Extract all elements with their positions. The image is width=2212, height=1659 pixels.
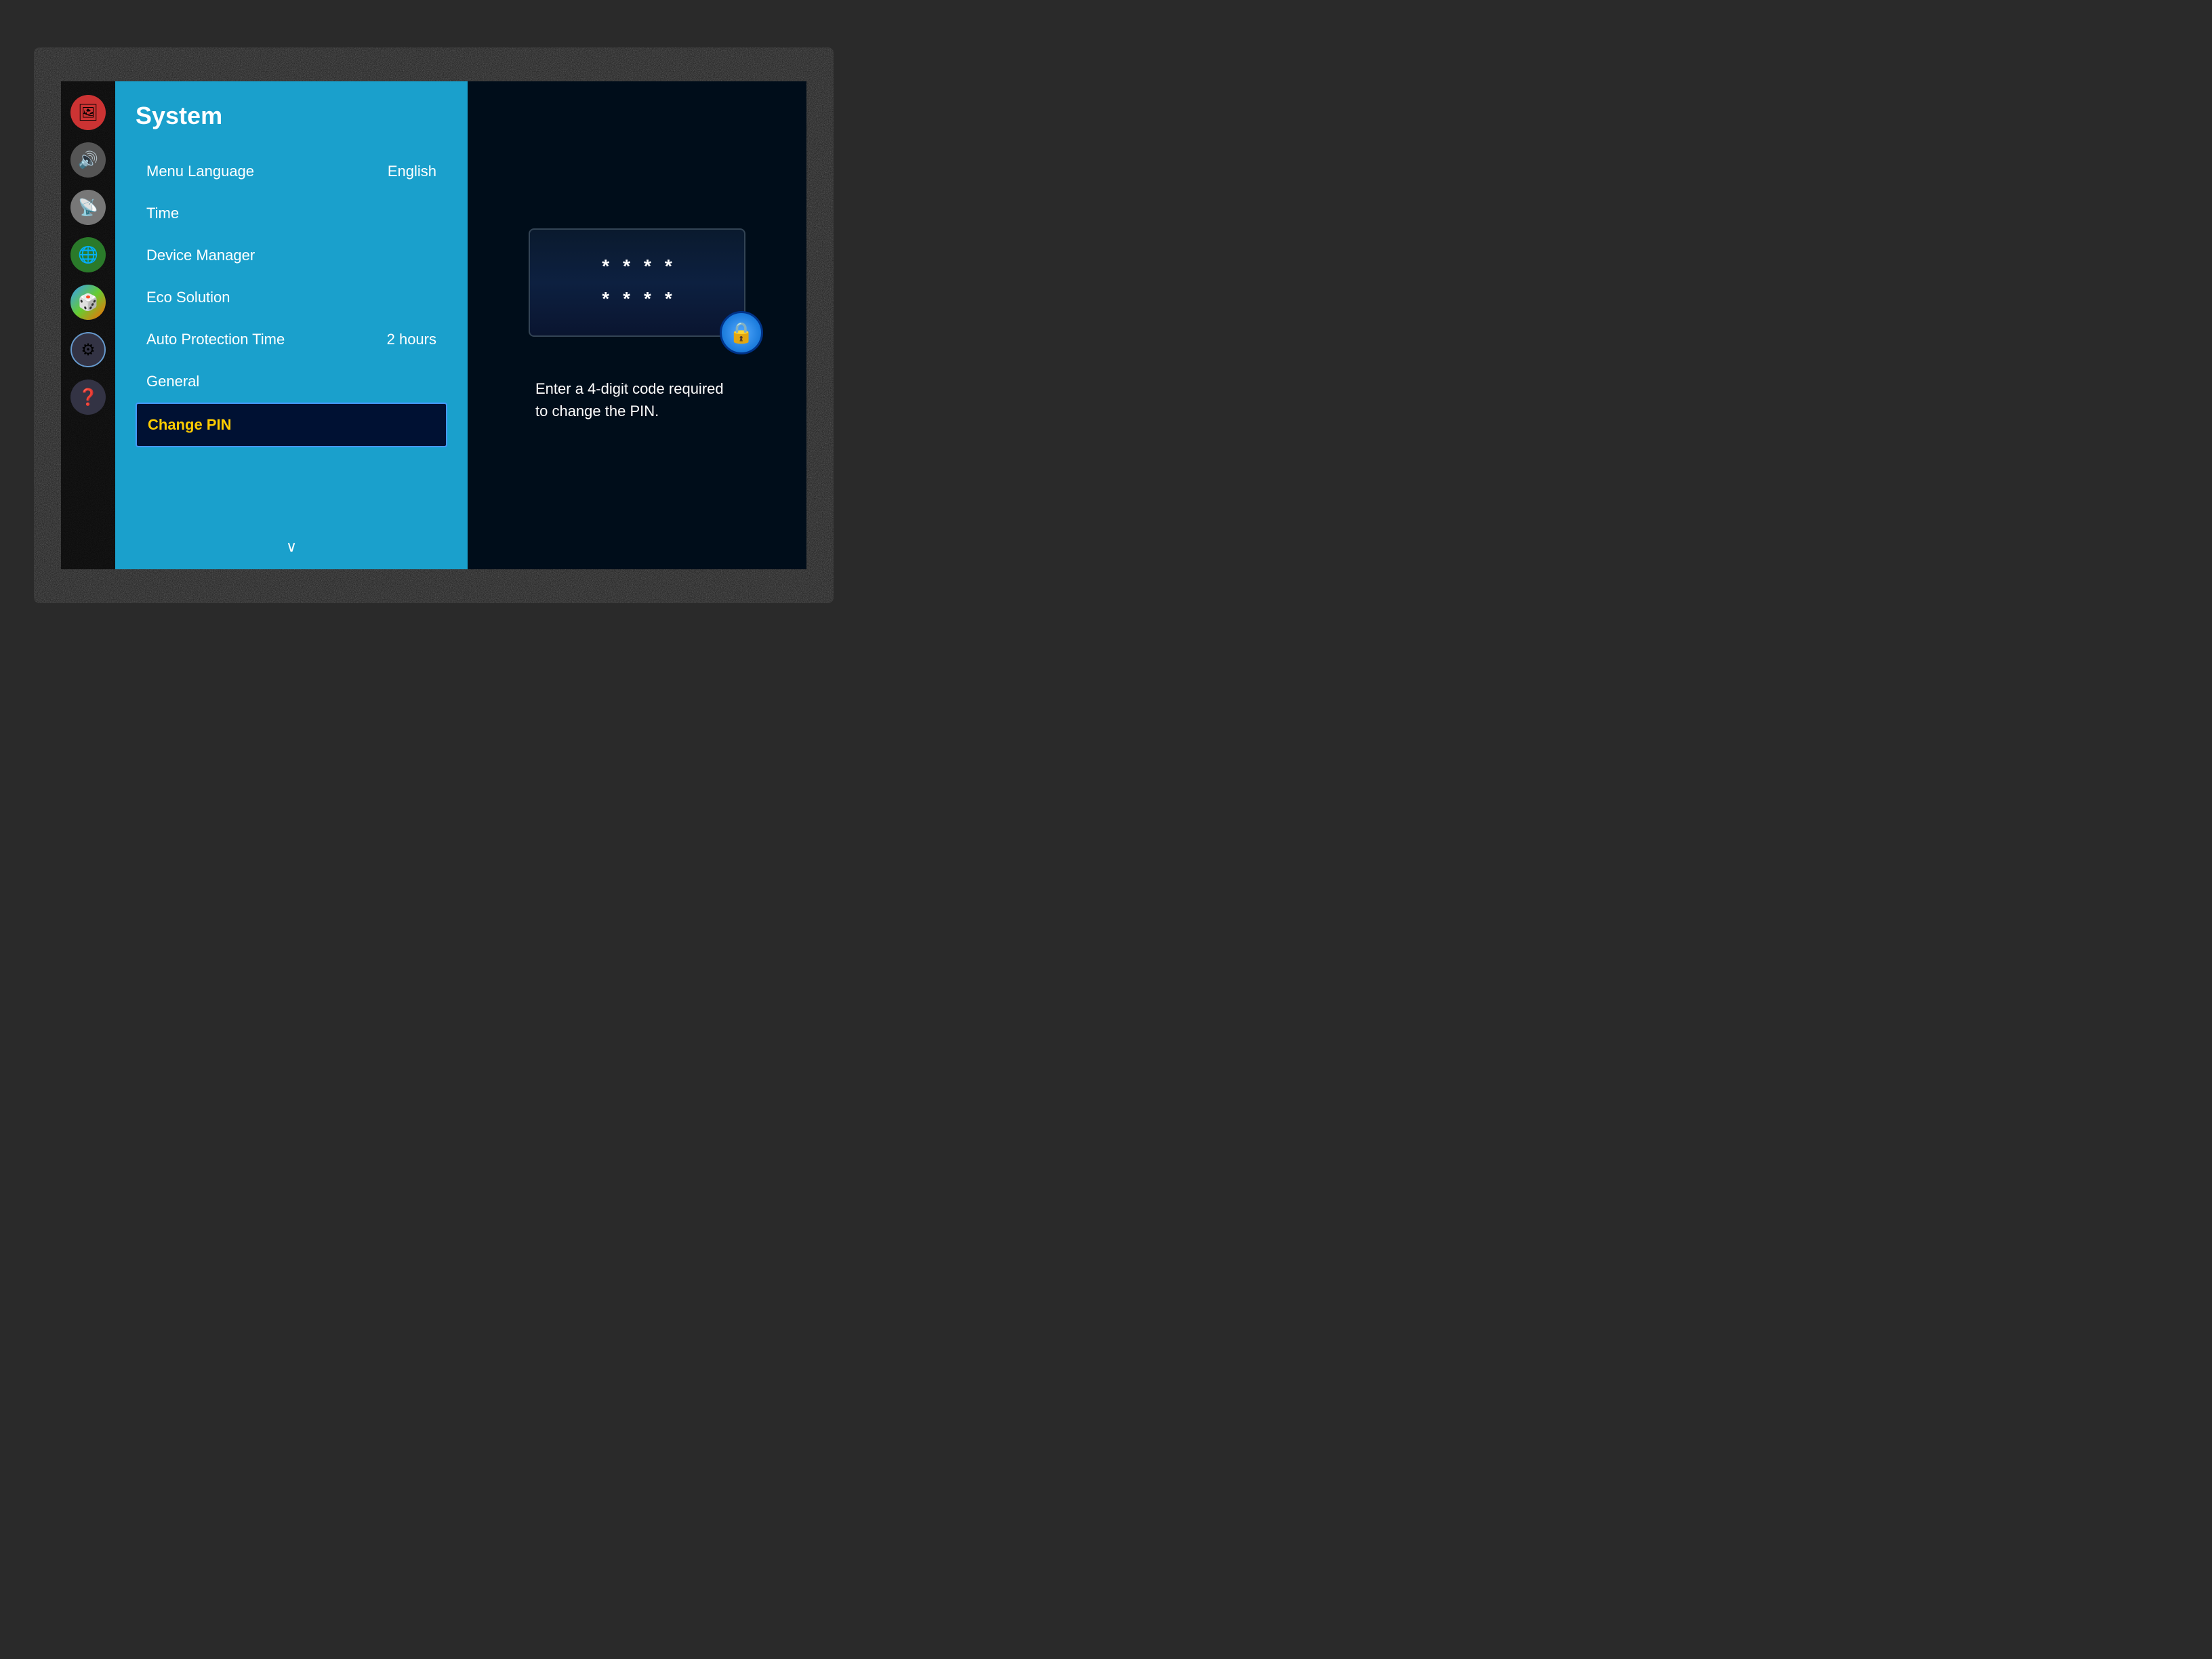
network-icon: 🌐 bbox=[78, 245, 98, 265]
tv-screen: 🖼 🔊 📡 🌐 🎲 ⚙ ❓ System bbox=[34, 47, 834, 603]
sidebar-item-support[interactable]: ❓ bbox=[70, 380, 106, 415]
sidebar-item-picture[interactable]: 🖼 bbox=[70, 95, 106, 130]
menu-language-label: Menu Language bbox=[146, 163, 254, 180]
pin-display-box: * * * * * * * * 🔒 bbox=[529, 228, 745, 337]
change-pin-label: Change PIN bbox=[148, 416, 231, 434]
general-label: General bbox=[146, 373, 199, 390]
scroll-down-arrow[interactable]: ∨ bbox=[136, 531, 447, 556]
sidebar-item-smart-hub[interactable]: 🎲 bbox=[70, 285, 106, 320]
auto-protection-time-value: 2 hours bbox=[387, 331, 436, 348]
menu-item-eco-solution[interactable]: Eco Solution bbox=[136, 276, 447, 319]
auto-protection-time-label: Auto Protection Time bbox=[146, 331, 285, 348]
pin-dot-7: * bbox=[644, 288, 651, 310]
menu-item-device-manager[interactable]: Device Manager bbox=[136, 234, 447, 276]
support-icon: ❓ bbox=[78, 388, 98, 407]
smart-hub-icon: 🎲 bbox=[78, 293, 98, 312]
pin-dot-8: * bbox=[665, 288, 672, 310]
pin-dot-6: * bbox=[623, 288, 630, 310]
eco-solution-label: Eco Solution bbox=[146, 289, 230, 306]
tv-content: 🖼 🔊 📡 🌐 🎲 ⚙ ❓ System bbox=[61, 81, 806, 569]
menu-item-time[interactable]: Time bbox=[136, 192, 447, 234]
sidebar-item-system[interactable]: ⚙ bbox=[70, 332, 106, 367]
pin-row-2: * * * * bbox=[602, 288, 672, 310]
sidebar-item-sound[interactable]: 🔊 bbox=[70, 142, 106, 178]
pin-dot-4: * bbox=[665, 255, 672, 277]
menu-item-auto-protection-time[interactable]: Auto Protection Time 2 hours bbox=[136, 319, 447, 361]
menu-title: System bbox=[136, 102, 447, 130]
pin-dot-1: * bbox=[602, 255, 609, 277]
pin-dot-2: * bbox=[623, 255, 630, 277]
sound-icon: 🔊 bbox=[78, 150, 98, 170]
pin-row-1: * * * * bbox=[602, 255, 672, 277]
menu-item-general[interactable]: General bbox=[136, 361, 447, 403]
lock-icon: 🔒 bbox=[720, 311, 763, 354]
system-menu: System Menu Language English Time Device… bbox=[115, 81, 468, 569]
broadcast-icon: 📡 bbox=[78, 198, 98, 218]
device-manager-label: Device Manager bbox=[146, 247, 255, 264]
menu-language-value: English bbox=[388, 163, 436, 180]
sidebar-item-broadcast[interactable]: 📡 bbox=[70, 190, 106, 225]
system-icon: ⚙ bbox=[81, 340, 96, 360]
menu-item-change-pin[interactable]: Change PIN bbox=[136, 403, 447, 447]
time-label: Time bbox=[146, 205, 179, 222]
pin-dot-3: * bbox=[644, 255, 651, 277]
lock-symbol: 🔒 bbox=[729, 321, 754, 345]
sidebar: 🖼 🔊 📡 🌐 🎲 ⚙ ❓ bbox=[61, 81, 115, 569]
menu-item-menu-language[interactable]: Menu Language English bbox=[136, 150, 447, 192]
menu-items-list: Menu Language English Time Device Manage… bbox=[136, 150, 447, 531]
picture-icon: 🖼 bbox=[78, 103, 98, 123]
pin-dot-5: * bbox=[602, 288, 609, 310]
pin-description: Enter a 4-digit code required to change … bbox=[535, 377, 739, 422]
pin-entry-panel: * * * * * * * * 🔒 Enter a 4-digit code r… bbox=[468, 81, 806, 569]
sidebar-item-network[interactable]: 🌐 bbox=[70, 237, 106, 272]
